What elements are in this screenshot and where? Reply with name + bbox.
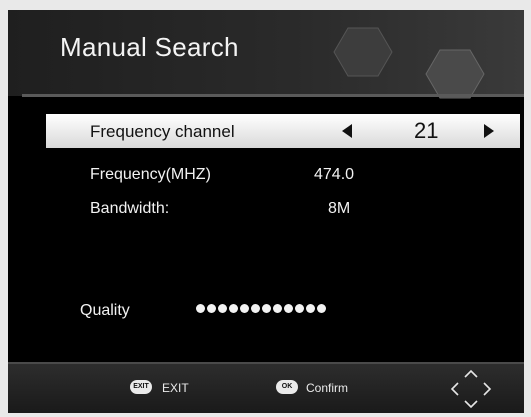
ok-key-icon: OK: [276, 380, 298, 394]
arrow-right-icon[interactable]: [484, 124, 494, 138]
header-divider: [22, 94, 524, 97]
hexagon-decoration-icon: [333, 27, 485, 99]
frequency-channel-value: 21: [414, 118, 439, 143]
frequency-channel-row[interactable]: Frequency channel 21: [46, 114, 520, 148]
confirm-label: Confirm: [306, 381, 349, 395]
quality-dot: [229, 304, 238, 313]
quality-dot: [284, 304, 293, 313]
quality-indicator: [196, 304, 326, 313]
page-title: Manual Search: [60, 32, 239, 62]
exit-label: EXIT: [162, 381, 189, 395]
frequency-label: Frequency(MHZ): [90, 166, 211, 183]
header-bar: Manual Search: [8, 10, 524, 99]
footer-bar: EXIT EXIT OK Confirm: [8, 362, 524, 413]
quality-dot: [295, 304, 304, 313]
quality-dot: [207, 304, 216, 313]
quality-dot: [196, 304, 205, 313]
footer-divider: [8, 362, 524, 364]
quality-dot: [273, 304, 282, 313]
dpad-arrows-icon: [450, 369, 492, 409]
quality-dot: [218, 304, 227, 313]
tv-screen: Manual Search Frequency channel 21 Frequ…: [8, 10, 524, 413]
arrow-left-icon[interactable]: [342, 124, 352, 138]
bandwidth-label: Bandwidth:: [90, 200, 170, 217]
frequency-value: 474.0: [314, 166, 355, 183]
frequency-channel-label: Frequency channel: [90, 122, 235, 141]
quality-label: Quality: [80, 302, 130, 319]
exit-key-icon: EXIT: [130, 380, 152, 394]
quality-dot: [306, 304, 315, 313]
bandwidth-value: 8M: [328, 200, 351, 217]
quality-dot: [317, 304, 326, 313]
quality-dot: [262, 304, 271, 313]
quality-dot: [251, 304, 260, 313]
quality-dot: [240, 304, 249, 313]
